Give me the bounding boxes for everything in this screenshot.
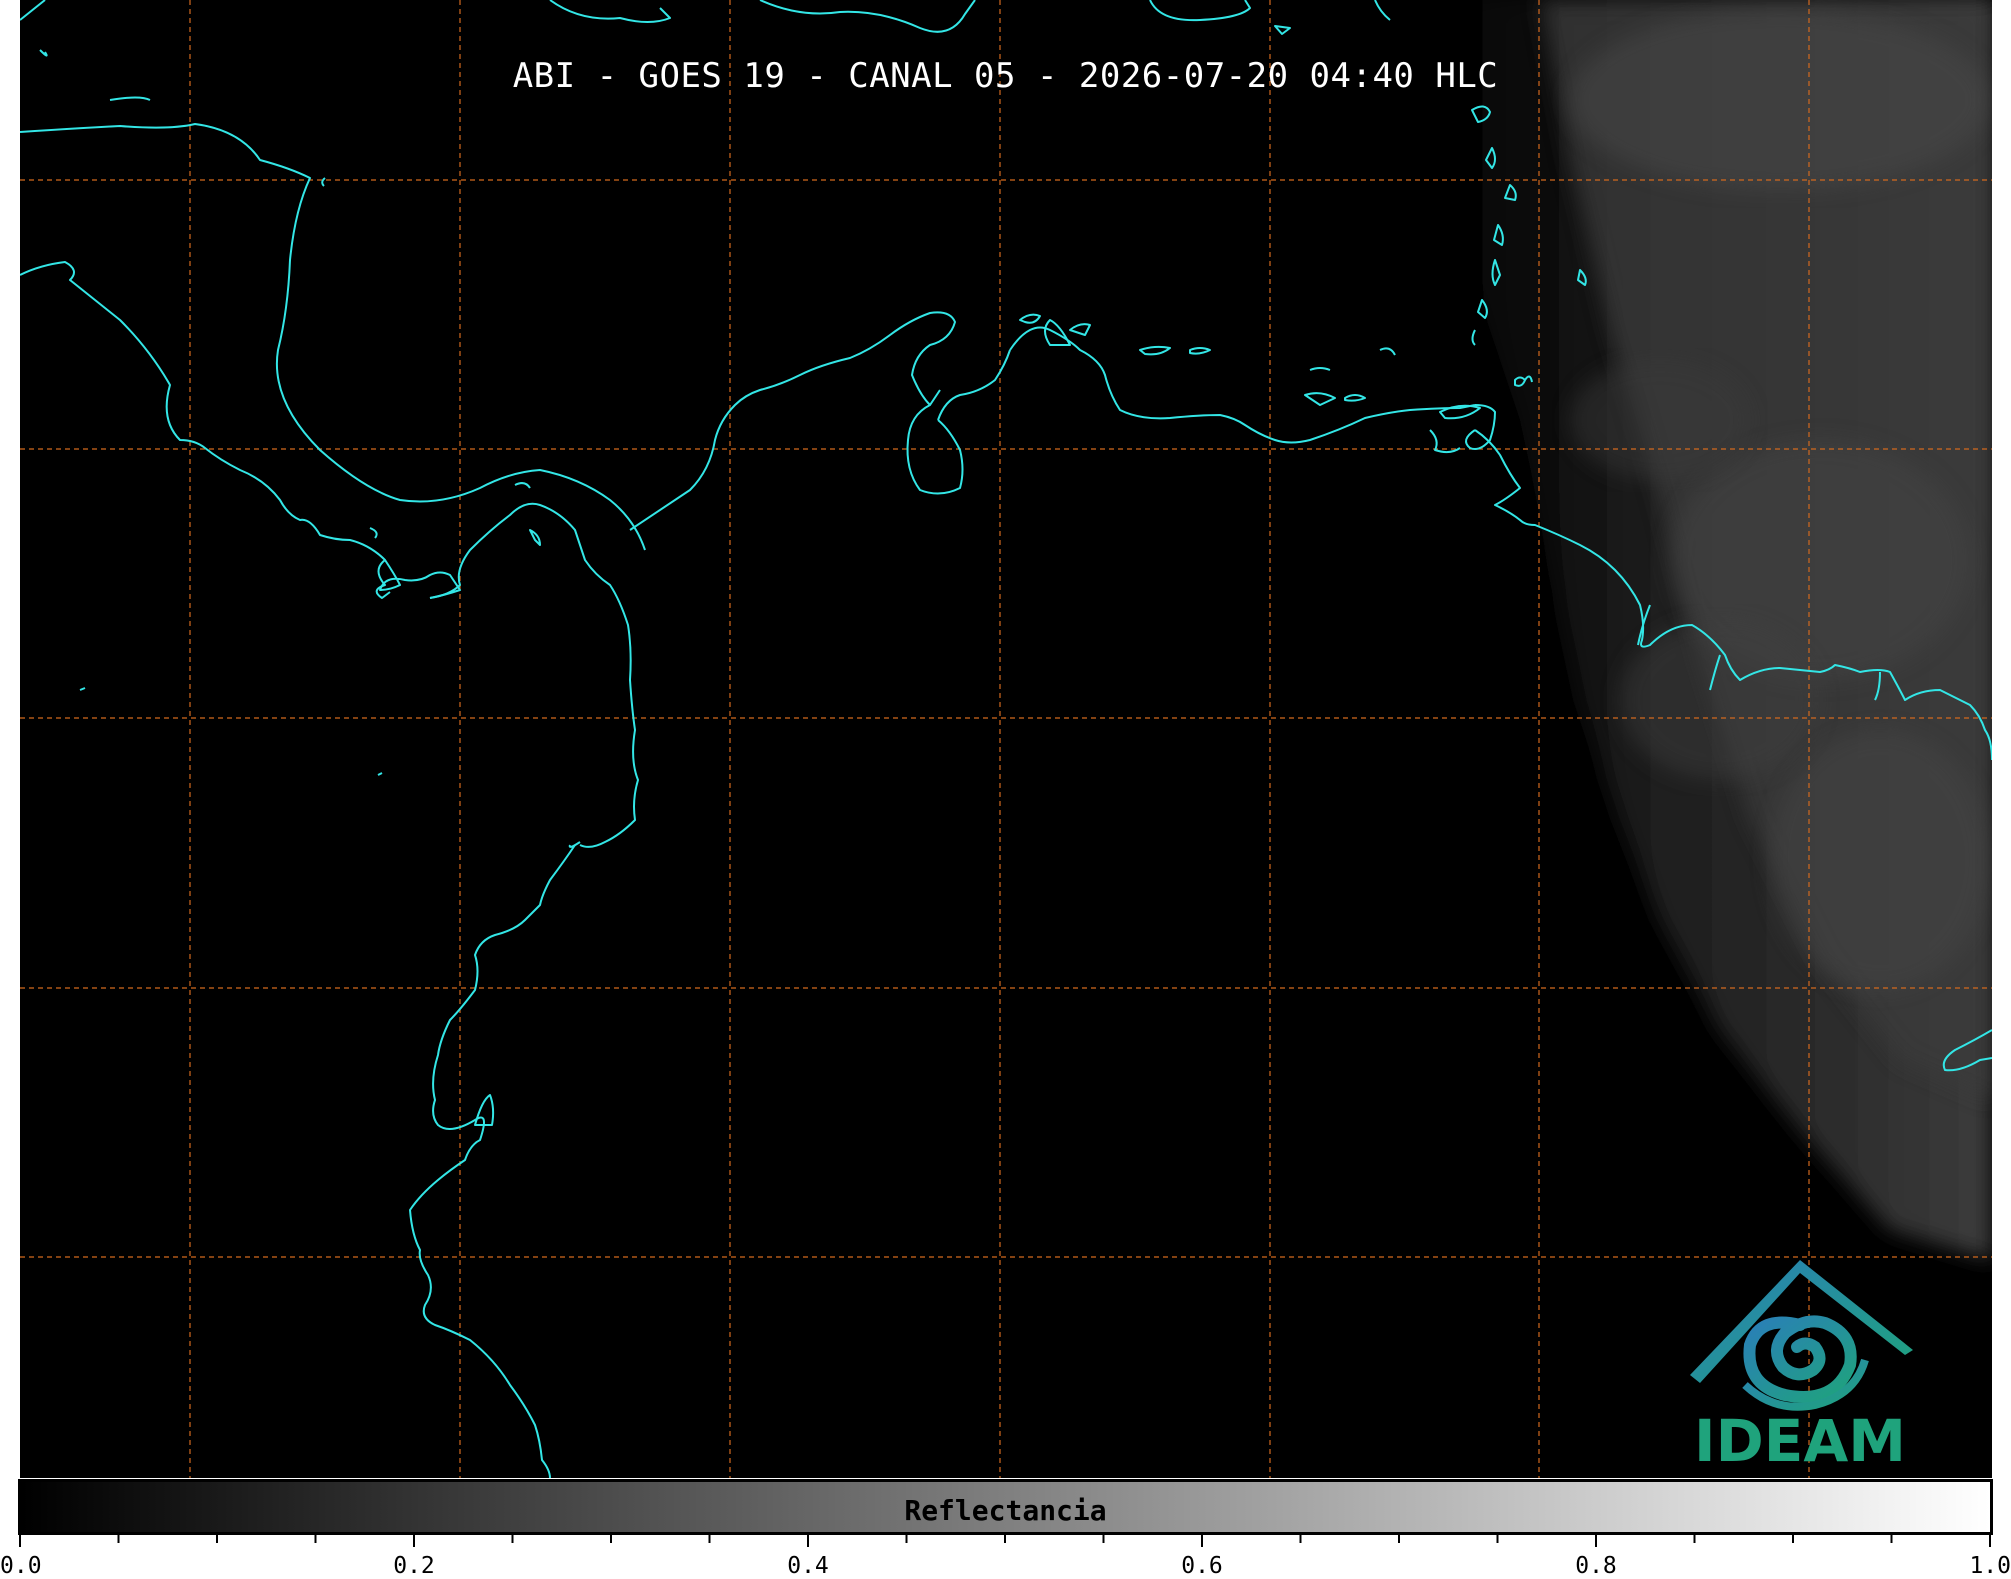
colorbar-tick-label: 0.2 — [393, 1553, 435, 1579]
colorbar-tick-label: 1.0 — [1969, 1553, 2011, 1579]
colorbar: Reflectancia — [18, 1479, 1993, 1535]
colorbar-tick-marks — [19, 1533, 1991, 1547]
colorbar-tick-label: 0.4 — [787, 1553, 829, 1579]
colorbar-label: Reflectancia — [904, 1494, 1107, 1527]
colorbar-tick-label: 0.6 — [1181, 1553, 1223, 1579]
satellite-map: IDEAM — [20, 0, 1992, 1478]
map-title: ABI - GOES 19 - CANAL 05 - 2026-07-20 04… — [512, 56, 1499, 96]
ideam-logo-text: IDEAM — [1694, 1407, 1906, 1475]
cloud-field — [1340, 0, 1992, 1260]
colorbar-tick-label: 0.8 — [1575, 1553, 1617, 1579]
colorbar-tick-label: 0.0 — [0, 1553, 42, 1579]
ideam-logo: IDEAM — [1685, 1255, 1915, 1475]
ideam-logo-mark — [1690, 1260, 1913, 1411]
